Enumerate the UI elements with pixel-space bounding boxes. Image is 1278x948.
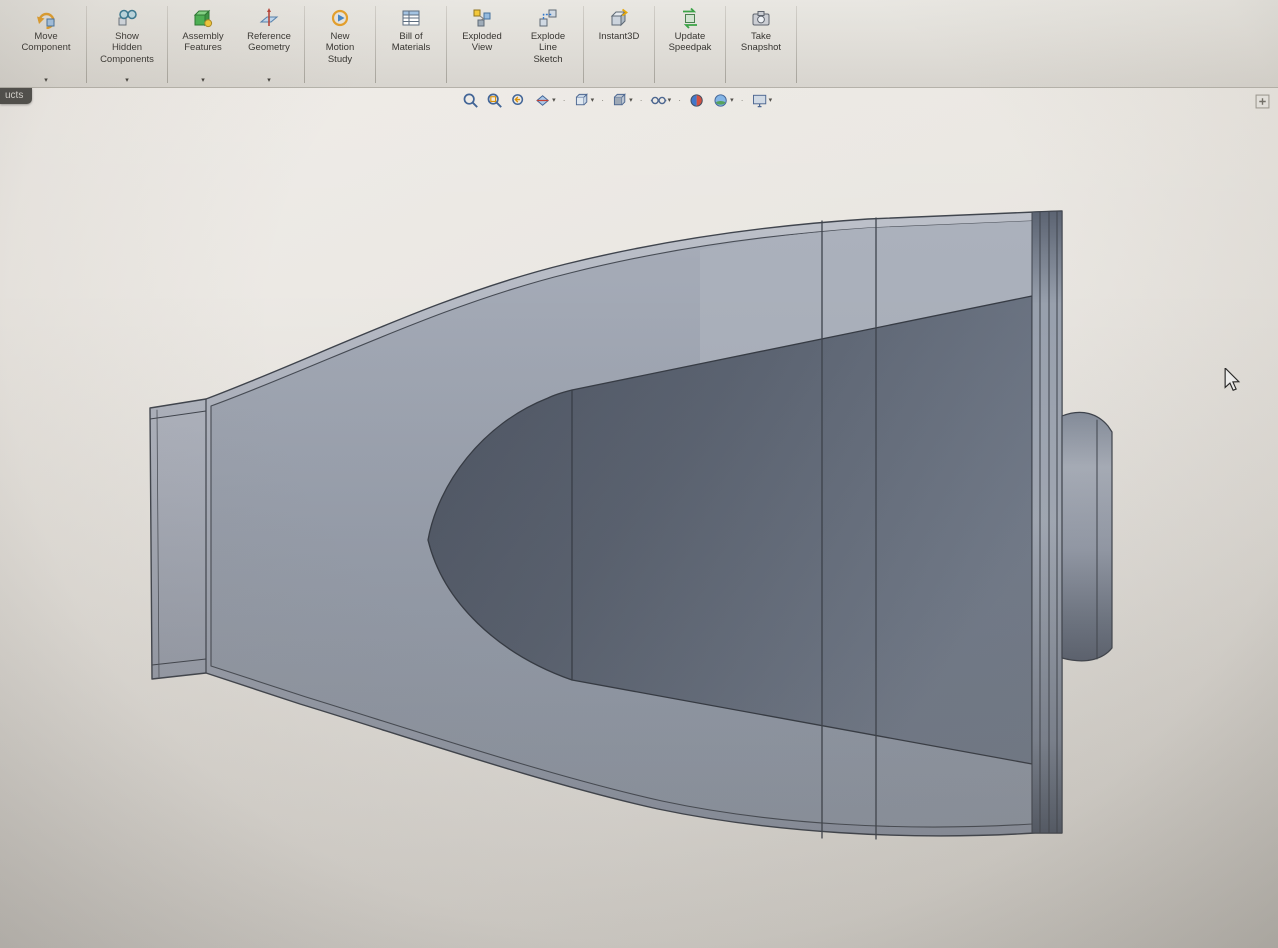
toolbar-button-label: Exploded View (462, 31, 502, 54)
graphics-viewport[interactable]: ucts ▾ · ▾ · ▾ · ▾ · ▾ · ▾ (0, 88, 1278, 948)
dropdown-caret-icon[interactable]: ▾ (201, 77, 205, 87)
dropdown-caret-icon[interactable]: ▾ (44, 77, 48, 87)
toolbar-button-explode-line-sketch[interactable]: Explode Line Sketch (515, 2, 581, 87)
toolbar-separator (725, 6, 726, 83)
toolbar-separator (654, 6, 655, 83)
dropdown-caret-icon[interactable]: ▾ (267, 77, 271, 87)
toolbar-separator (375, 6, 376, 83)
show-hidden-components-icon (116, 5, 138, 30)
toolbar-separator (446, 6, 447, 83)
take-snapshot-icon (750, 5, 772, 30)
toolbar-button-label: Update Speedpak (668, 31, 712, 54)
toolbar-separator (796, 6, 797, 83)
toolbar-button-label: Reference Geometry (247, 31, 291, 54)
toolbar-button-move-component[interactable]: Move Component ▾ (8, 2, 84, 87)
toolbar-button-label: Show Hidden Components (100, 31, 154, 65)
model-exhaust-plug[interactable] (1061, 411, 1113, 662)
new-motion-study-icon (329, 5, 351, 30)
toolbar-button-new-motion-study[interactable]: New Motion Study (307, 2, 373, 87)
toolbar-button-label: New Motion Study (325, 31, 355, 65)
toolbar-button-label: Move Component (21, 31, 71, 54)
toolbar-button-show-hidden-components[interactable]: Show Hidden Components ▾ (89, 2, 165, 87)
toolbar-separator (86, 6, 87, 83)
toolbar-button-label: Take Snapshot (740, 31, 782, 54)
model-canvas[interactable] (0, 88, 1278, 948)
toolbar-button-label: Explode Line Sketch (530, 31, 566, 65)
reference-geometry-icon (258, 5, 280, 30)
instant3d-icon (608, 5, 630, 30)
toolbar-separator (583, 6, 584, 83)
assembly-features-icon (192, 5, 214, 30)
move-component-icon (35, 5, 57, 30)
toolbar-button-exploded-view[interactable]: Exploded View (449, 2, 515, 87)
toolbar-separator (167, 6, 168, 83)
assembly-toolbar: Move Component ▾ Show Hidden Components … (0, 0, 1278, 88)
toolbar-button-take-snapshot[interactable]: Take Snapshot (728, 2, 794, 87)
toolbar-button-update-speedpak[interactable]: Update Speedpak (657, 2, 723, 87)
toolbar-button-label: Bill of Materials (391, 31, 431, 54)
toolbar-button-label: Assembly Features (182, 31, 224, 54)
toolbar-button-instant3d[interactable]: Instant3D (586, 2, 652, 87)
toolbar-button-reference-geometry[interactable]: Reference Geometry ▾ (236, 2, 302, 87)
bill-of-materials-icon (400, 5, 422, 30)
toolbar-button-bill-of-materials[interactable]: Bill of Materials (378, 2, 444, 87)
exploded-view-icon (471, 5, 493, 30)
toolbar-separator (304, 6, 305, 83)
dropdown-caret-icon[interactable]: ▾ (125, 77, 129, 87)
explode-line-sketch-icon (537, 5, 559, 30)
toolbar-button-label: Instant3D (598, 31, 640, 42)
toolbar-button-assembly-features[interactable]: Assembly Features ▾ (170, 2, 236, 87)
update-speedpak-icon (679, 5, 701, 30)
